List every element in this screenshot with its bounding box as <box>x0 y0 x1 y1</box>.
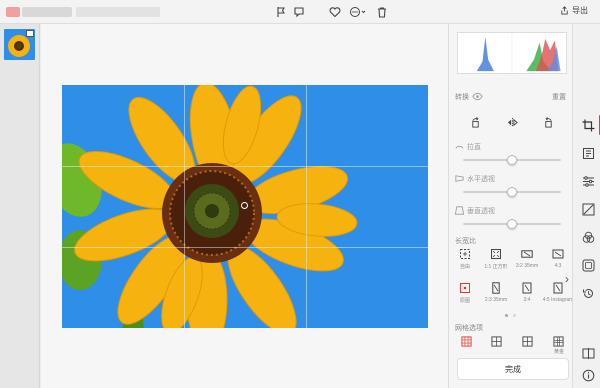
straighten-slider-knob[interactable] <box>507 155 517 165</box>
ratio-label: 4:5 Instagram <box>542 297 574 303</box>
transform-label: 转换 <box>455 94 469 101</box>
ratio-label: 4:3 <box>554 263 562 269</box>
ratio-3-2-button[interactable]: 3:2 35mm <box>512 246 542 276</box>
free-crop-icon <box>460 249 470 259</box>
photo-canvas <box>41 24 448 388</box>
straighten-icon <box>453 140 465 152</box>
reset-button[interactable]: 重置 <box>552 92 566 102</box>
ratio-label: 2:3 35mm <box>484 297 508 303</box>
compare-icon[interactable] <box>581 346 595 360</box>
ratio-3-4-button[interactable]: 3:4 <box>512 280 542 310</box>
grid-cross-icon[interactable] <box>521 335 533 347</box>
horizontal-perspective-slider-knob[interactable] <box>507 187 517 197</box>
aspect-ratio-label: 长宽比 <box>455 238 476 245</box>
ratio-label: 3:4 <box>523 297 531 303</box>
window-title-blurred <box>22 7 72 17</box>
thumbnail-strip <box>0 24 40 388</box>
vignette-icon[interactable] <box>581 258 595 272</box>
edited-badge-icon <box>26 30 34 37</box>
sunflower-photo[interactable] <box>62 85 428 328</box>
ratio-label: 1:1 正方形 <box>484 264 508 270</box>
photo-thumbnail[interactable] <box>4 29 35 60</box>
crop-grid-line <box>62 247 428 248</box>
rotate-right-icon[interactable] <box>542 116 554 128</box>
info-icon[interactable] <box>581 368 595 382</box>
annotate-icon[interactable] <box>292 5 306 19</box>
ratio-2-3-icon <box>492 282 500 294</box>
tool-strip <box>572 24 600 388</box>
more-icon[interactable] <box>348 5 368 19</box>
straighten-label: 拉直 <box>467 144 481 151</box>
sliders-icon[interactable] <box>581 174 595 188</box>
square-icon <box>491 249 501 259</box>
vertical-perspective-icon <box>453 204 465 216</box>
export-button[interactable]: 导出 <box>560 5 588 16</box>
done-button[interactable]: 完成 <box>457 358 569 380</box>
grid-thirds-icon[interactable] <box>460 335 472 347</box>
flag-icon[interactable] <box>274 5 288 19</box>
ratio-label: 自由 <box>459 264 470 270</box>
crop-grid-line <box>62 166 428 167</box>
page-dots[interactable] <box>505 314 516 317</box>
chevron-right-icon[interactable]: › <box>565 272 569 286</box>
grid-golden-icon[interactable] <box>552 335 564 347</box>
ratio-3-4-icon <box>522 282 532 294</box>
ratio-square-button[interactable]: 1:1 正方形 <box>481 246 511 276</box>
rotate-left-icon[interactable] <box>469 116 481 128</box>
crop-panel: 转换 重置 拉直 水平透视 垂直透视 长宽比 自由 1:1 正方形 3:2 35… <box>448 24 574 388</box>
page-dot[interactable] <box>513 314 516 317</box>
ratio-original-button[interactable]: 原图 <box>450 280 480 310</box>
window-controls-blurred <box>6 7 20 17</box>
page-dot-active[interactable] <box>505 314 508 317</box>
heart-icon[interactable] <box>328 5 342 19</box>
ratio-4-3-icon <box>552 249 564 259</box>
histogram <box>457 32 567 74</box>
eye-icon[interactable] <box>471 90 483 102</box>
crop-icon[interactable] <box>581 115 600 135</box>
ratio-free-button[interactable]: 自由 <box>450 246 480 276</box>
share-icon <box>561 6 568 15</box>
vertical-perspective-label: 垂直透视 <box>467 208 495 215</box>
ratio-label: 原图 <box>459 298 470 304</box>
history-icon[interactable] <box>581 286 595 300</box>
horizontal-perspective-icon <box>453 172 465 184</box>
grid-golden-label: 黄金 <box>554 349 565 355</box>
crop-grid-line <box>184 85 185 328</box>
flip-horizontal-icon[interactable] <box>506 116 518 128</box>
grid-options-label: 网格选项 <box>455 325 483 332</box>
filters-icon[interactable] <box>581 230 595 244</box>
original-icon <box>460 283 470 293</box>
trash-icon[interactable] <box>375 5 389 19</box>
adjust-icon[interactable] <box>581 146 595 160</box>
window-title-blurred-2 <box>76 7 160 17</box>
ratio-4-5-icon <box>553 282 563 294</box>
crop-grid-line <box>306 85 307 328</box>
vertical-perspective-slider-knob[interactable] <box>507 219 517 229</box>
horizontal-perspective-label: 水平透视 <box>467 176 495 183</box>
export-label: 导出 <box>572 6 588 15</box>
grid-quarters-icon[interactable] <box>490 335 502 347</box>
title-bar: 导出 <box>0 0 600 24</box>
ratio-label: 3:2 35mm <box>515 263 539 269</box>
focus-point-handle[interactable] <box>241 202 248 209</box>
ratio-2-3-button[interactable]: 2:3 35mm <box>481 280 511 310</box>
ratio-3-2-icon <box>521 250 533 258</box>
curves-icon[interactable] <box>581 202 595 216</box>
